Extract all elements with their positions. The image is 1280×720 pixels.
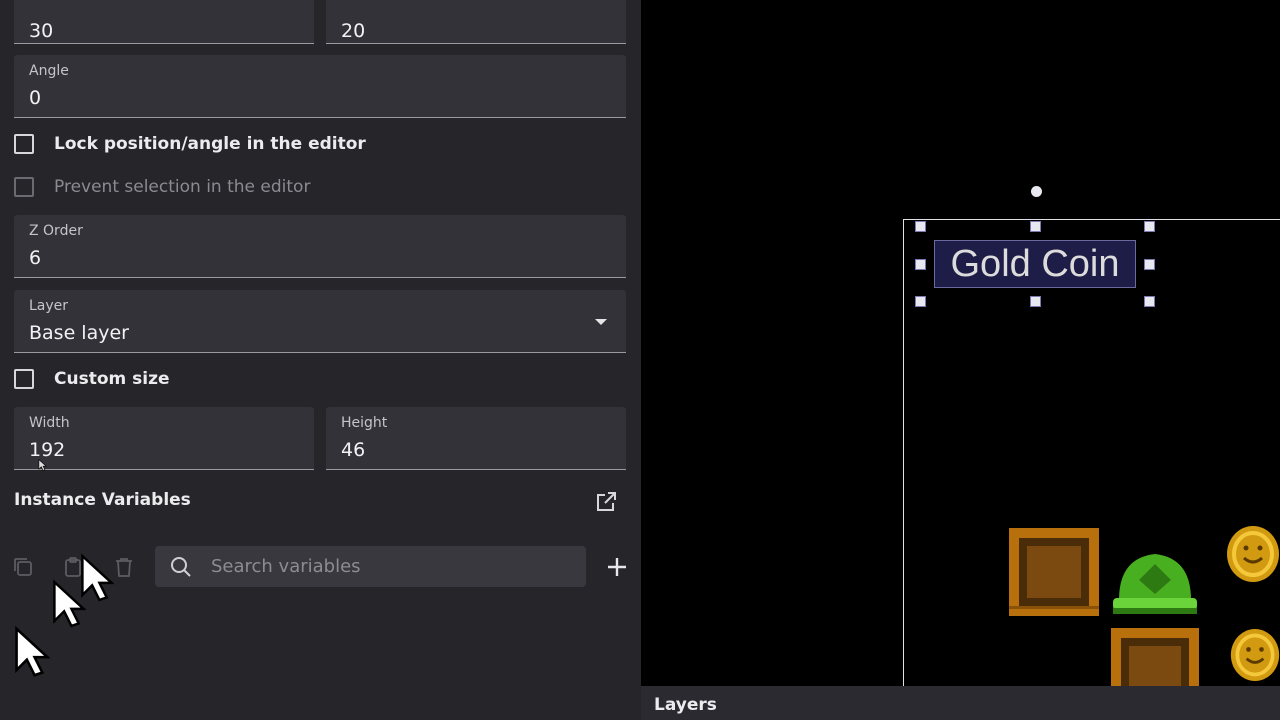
rotation-handle[interactable]: [1031, 186, 1042, 197]
angle-field[interactable]: Angle 0: [14, 55, 626, 118]
prevent-selection-checkbox-row[interactable]: Prevent selection in the editor: [14, 174, 310, 200]
layers-panel-header[interactable]: Layers: [641, 686, 1280, 720]
x-value[interactable]: 30: [29, 20, 53, 42]
resize-handle-bottom-right[interactable]: [1144, 296, 1155, 307]
custom-size-checkbox[interactable]: [14, 369, 34, 389]
coin-sprite[interactable]: [1229, 626, 1280, 684]
resize-handle-bottom[interactable]: [1030, 296, 1041, 307]
y-field[interactable]: 20: [326, 0, 626, 44]
dropdown-arrow-icon[interactable]: [595, 319, 607, 325]
height-field[interactable]: Height 46: [326, 407, 626, 470]
layer-label: Layer: [29, 298, 69, 314]
copy-icon[interactable]: [11, 555, 35, 579]
resize-handle-top-right[interactable]: [1144, 221, 1155, 232]
x-field[interactable]: 30: [14, 0, 314, 44]
resize-handle-top[interactable]: [1030, 221, 1041, 232]
properties-panel: 30 20 Angle 0 Lock position/angle in the…: [0, 0, 641, 720]
custom-size-label: Custom size: [54, 369, 170, 389]
layer-value[interactable]: Base layer: [29, 322, 129, 344]
y-value[interactable]: 20: [341, 20, 365, 42]
search-variables-box[interactable]: [155, 546, 586, 587]
layer-select[interactable]: Layer Base layer: [14, 290, 626, 353]
green-shell-sprite[interactable]: [1109, 550, 1201, 616]
mouse-cursor-icon: [38, 459, 47, 471]
brick-block-sprite[interactable]: [1009, 528, 1099, 616]
open-external-icon[interactable]: [594, 490, 618, 514]
search-variables-input[interactable]: [211, 546, 571, 587]
search-icon: [171, 557, 191, 577]
mouse-cursor-icon: [53, 579, 86, 628]
brick-block-sprite[interactable]: [1111, 628, 1199, 686]
gold-coin-text-object[interactable]: Gold Coin: [934, 240, 1136, 288]
angle-value[interactable]: 0: [29, 87, 41, 109]
resize-handle-bottom-left[interactable]: [915, 296, 926, 307]
z-order-label: Z Order: [29, 223, 83, 239]
height-value[interactable]: 46: [341, 439, 365, 461]
width-label: Width: [29, 415, 70, 431]
delete-icon[interactable]: [112, 555, 136, 579]
layers-panel-title: Layers: [654, 695, 717, 715]
mouse-cursor-icon: [15, 625, 50, 677]
custom-size-checkbox-row[interactable]: Custom size: [14, 366, 170, 392]
resize-handle-top-left[interactable]: [915, 221, 926, 232]
width-value[interactable]: 192: [29, 439, 65, 461]
scene-canvas[interactable]: Gold Coin: [641, 0, 1280, 686]
z-order-value[interactable]: 6: [29, 247, 41, 269]
z-order-field[interactable]: Z Order 6: [14, 215, 626, 278]
width-field[interactable]: Width 192: [14, 407, 314, 470]
height-label: Height: [341, 415, 388, 431]
instance-variables-title: Instance Variables: [14, 490, 191, 510]
resize-handle-left[interactable]: [915, 259, 926, 270]
lock-position-checkbox[interactable]: [14, 134, 34, 154]
prevent-selection-label: Prevent selection in the editor: [54, 177, 311, 197]
add-icon[interactable]: [604, 554, 630, 580]
lock-position-label: Lock position/angle in the editor: [54, 134, 366, 154]
coin-sprite[interactable]: [1225, 524, 1280, 584]
prevent-selection-checkbox[interactable]: [14, 177, 34, 197]
angle-label: Angle: [29, 63, 69, 79]
lock-position-checkbox-row[interactable]: Lock position/angle in the editor: [14, 131, 366, 157]
resize-handle-right[interactable]: [1144, 259, 1155, 270]
